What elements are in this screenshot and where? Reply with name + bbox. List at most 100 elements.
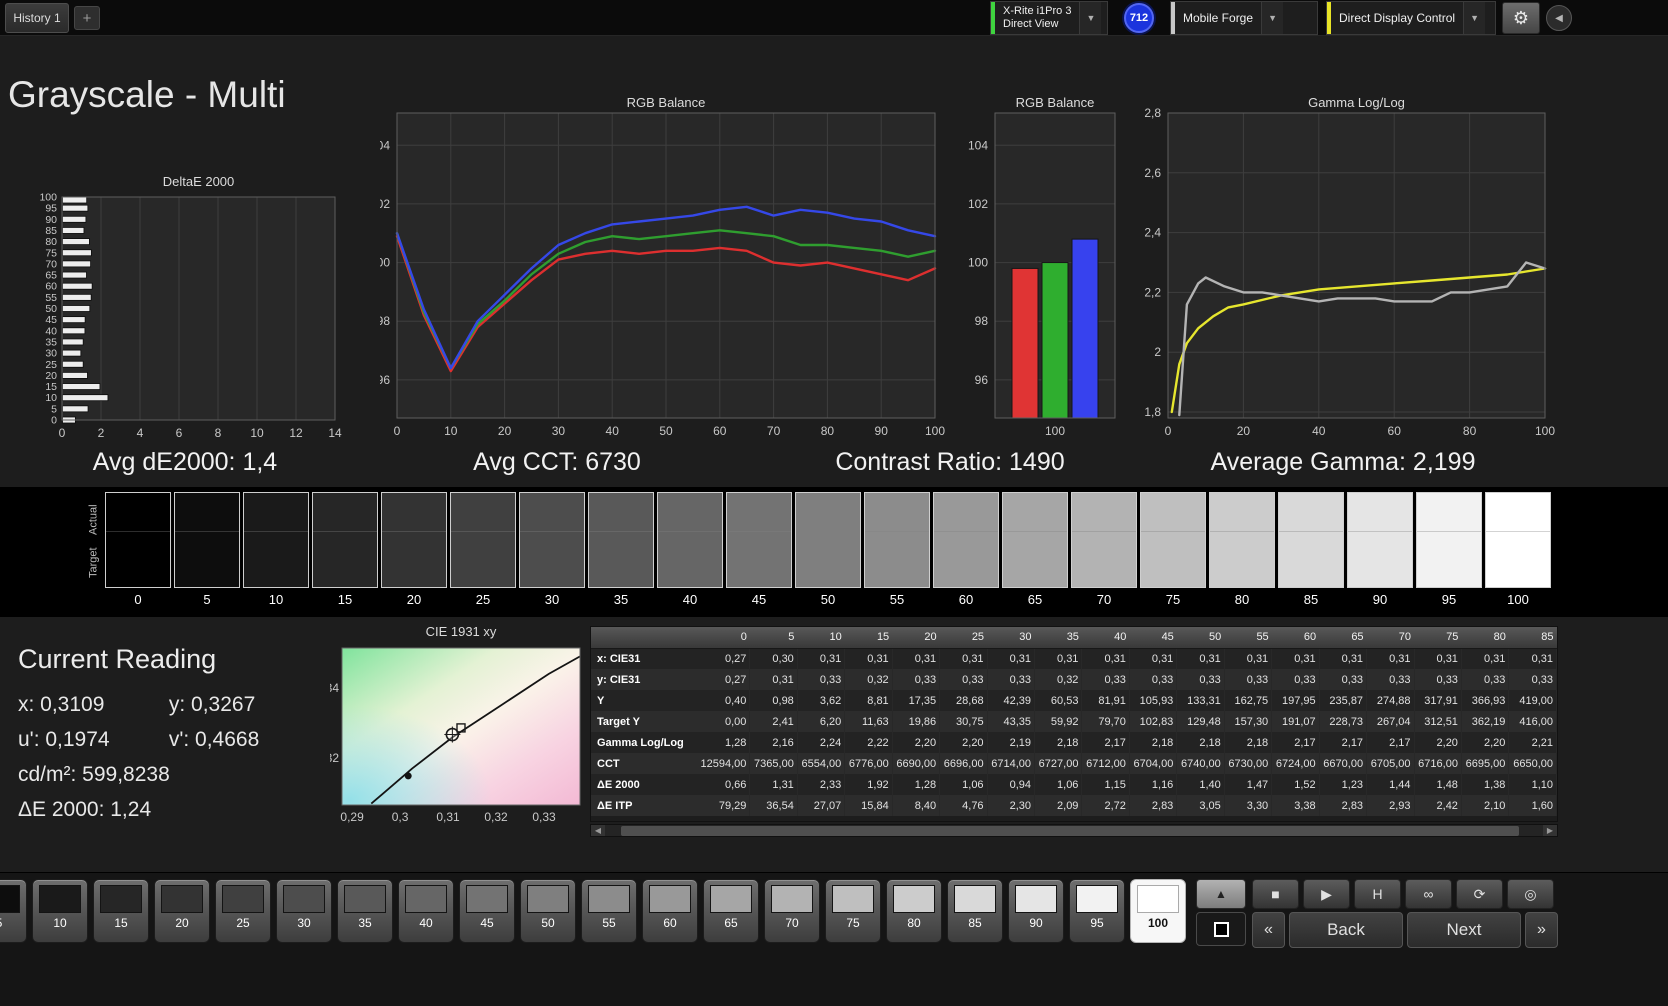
- table-cell: 2,20: [1461, 732, 1510, 753]
- swatch-level-label: 5: [203, 592, 211, 607]
- target-patch: [1348, 532, 1412, 587]
- pattern-button-90[interactable]: 90: [1008, 879, 1064, 943]
- row-label: y: CIE31: [591, 669, 701, 690]
- chevron-down-icon[interactable]: ▼: [1463, 2, 1486, 34]
- table-row: Gamma Log/Log 1,28 2,16 2,24 2,22 2,20 2,20 2,1…: [591, 732, 1557, 753]
- table-cell: 416,00: [1508, 711, 1557, 732]
- table-cell: 59,92: [1034, 711, 1083, 732]
- pattern-swatch: [527, 885, 569, 913]
- pattern-scroll-up-button[interactable]: ▲: [1196, 879, 1246, 909]
- table-scrollbar[interactable]: ◀ ▶: [590, 824, 1558, 837]
- source-selector[interactable]: Mobile Forge ▼: [1170, 1, 1318, 35]
- rgb-balance-bar-chart: 104 102 100 98 96 100 RGB Balance: [950, 93, 1128, 450]
- table-cell: 1,92: [844, 774, 893, 795]
- back-chevron-button[interactable]: «: [1252, 912, 1285, 948]
- target-patch: [106, 532, 170, 587]
- table-cell: 317,91: [1414, 690, 1462, 711]
- pattern-button-80[interactable]: 80: [886, 879, 942, 943]
- target-patch: [1003, 532, 1067, 587]
- table-cell: 3,05: [1176, 795, 1225, 816]
- pattern-button-75[interactable]: 75: [825, 879, 881, 943]
- pattern-button-65[interactable]: 65: [703, 879, 759, 943]
- settings-button[interactable]: ⚙: [1502, 2, 1540, 34]
- row-label: x: CIE31: [591, 648, 701, 669]
- back-button[interactable]: Back: [1289, 912, 1403, 948]
- chevrons-left-icon: «: [1264, 921, 1273, 938]
- pattern-button-30[interactable]: 30: [276, 879, 332, 943]
- svg-text:102: 102: [380, 197, 390, 211]
- pattern-button-35[interactable]: 35: [337, 879, 393, 943]
- pattern-button-95[interactable]: 95: [1069, 879, 1125, 943]
- pattern-button-60[interactable]: 60: [642, 879, 698, 943]
- top-bar: History 1 + X-Rite i1Pro 3 Direct View ▼…: [0, 0, 1668, 36]
- table-cell: 1,23: [1319, 774, 1368, 795]
- svg-text:20: 20: [498, 424, 512, 438]
- gray-swatch-35: 35: [588, 492, 654, 607]
- table-cell: 0,00: [700, 711, 751, 732]
- collapse-button[interactable]: ◀: [1546, 5, 1572, 31]
- pattern-button-100[interactable]: 100: [1130, 879, 1186, 943]
- pattern-button-20[interactable]: 20: [154, 879, 210, 943]
- meter-selector[interactable]: X-Rite i1Pro 3 Direct View ▼: [990, 1, 1108, 35]
- swatch-level-label: 90: [1372, 592, 1388, 607]
- add-tab-button[interactable]: +: [74, 6, 100, 30]
- next-chevron-button[interactable]: »: [1525, 912, 1558, 948]
- target-patch: [244, 532, 308, 587]
- pattern-button-10[interactable]: 10: [32, 879, 88, 943]
- pattern-button-55[interactable]: 55: [581, 879, 637, 943]
- table-row: ΔE 2000 0,66 1,31 2,33 1,92 1,28 1,06 0,94 1,06 1…: [591, 774, 1557, 795]
- svg-text:98: 98: [975, 314, 989, 328]
- svg-text:100: 100: [39, 192, 57, 204]
- transport-play-button[interactable]: ▶: [1303, 879, 1350, 909]
- transport-hold-button[interactable]: H: [1354, 879, 1401, 909]
- svg-text:40: 40: [45, 325, 57, 337]
- table-cell: 0,32: [1034, 669, 1083, 690]
- transport-continuous-button[interactable]: ∞: [1405, 879, 1452, 909]
- meter-count-badge: 712: [1124, 3, 1154, 33]
- scroll-right-button[interactable]: ▶: [1543, 825, 1557, 836]
- target-icon: ◎: [1524, 885, 1537, 902]
- svg-text:RGB Balance: RGB Balance: [627, 95, 706, 110]
- scrollbar-thumb[interactable]: [621, 826, 1519, 836]
- swatch-patch: [174, 492, 240, 588]
- pattern-button-70[interactable]: 70: [764, 879, 820, 943]
- pattern-window-button[interactable]: [1196, 912, 1246, 946]
- table-header-row: 0 5 10 15 20 25 30 35 40 45 50 55 60 65 70 75 80 85: [591, 627, 1557, 649]
- actual-patch: [589, 493, 653, 533]
- table-cell: 1,40: [1176, 774, 1225, 795]
- pattern-button-25[interactable]: 25: [215, 879, 271, 943]
- swatch-level-label: 10: [268, 592, 284, 607]
- pattern-button-40[interactable]: 40: [398, 879, 454, 943]
- svg-text:96: 96: [380, 373, 390, 387]
- svg-text:10: 10: [45, 392, 57, 404]
- svg-text:6: 6: [176, 426, 183, 440]
- table-cell: 0,31: [1508, 648, 1557, 669]
- table-cell: 162,75: [1224, 690, 1273, 711]
- pattern-swatch: [954, 885, 996, 913]
- transport-target-button[interactable]: ◎: [1507, 879, 1554, 909]
- history-tab[interactable]: History 1: [5, 3, 69, 33]
- gray-swatch-55: 55: [864, 492, 930, 607]
- table-cell: 129,48: [1176, 711, 1225, 732]
- display-control-selector[interactable]: Direct Display Control ▼: [1326, 1, 1496, 35]
- next-button[interactable]: Next: [1407, 912, 1521, 948]
- table-cell: 197,95: [1271, 690, 1320, 711]
- svg-text:80: 80: [1463, 424, 1477, 438]
- pattern-swatch: [771, 885, 813, 913]
- pattern-button-50[interactable]: 50: [520, 879, 576, 943]
- scroll-left-button[interactable]: ◀: [591, 825, 605, 836]
- transport-stop-button[interactable]: ■: [1252, 879, 1299, 909]
- pattern-button-85[interactable]: 85: [947, 879, 1003, 943]
- column-header: 25: [939, 627, 988, 649]
- pattern-button-5[interactable]: 5: [0, 879, 27, 943]
- swatch-level-label: 100: [1507, 592, 1529, 607]
- stat-contrast-ratio: Contrast Ratio: 1490: [835, 448, 1065, 476]
- reading-v: v': 0,4668: [168, 728, 260, 751]
- pattern-button-45[interactable]: 45: [459, 879, 515, 943]
- pattern-button-15[interactable]: 15: [93, 879, 149, 943]
- transport-refresh-button[interactable]: ⟳: [1456, 879, 1503, 909]
- svg-text:1,8: 1,8: [1144, 405, 1161, 419]
- chevron-down-icon[interactable]: ▼: [1079, 2, 1102, 34]
- gray-swatch-65: 65: [1002, 492, 1068, 607]
- chevron-down-icon[interactable]: ▼: [1261, 2, 1284, 34]
